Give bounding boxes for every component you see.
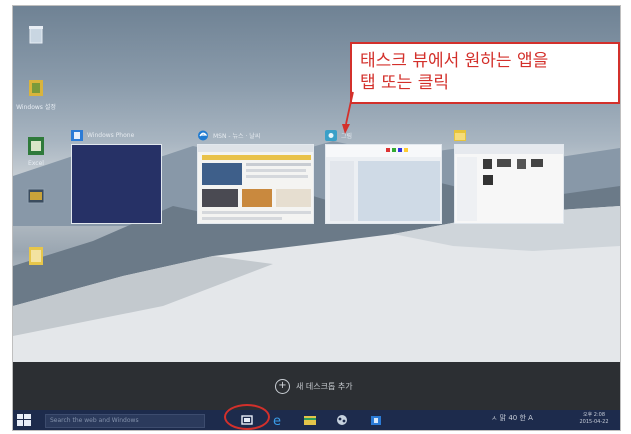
plus-icon: + (275, 379, 290, 394)
edge-browser-icon[interactable]: e (271, 413, 285, 427)
paint-app-icon (325, 129, 337, 141)
desktop-icon-label: Excel (28, 160, 44, 167)
recycle-bin-icon (29, 26, 43, 44)
task-view-window-file-explorer[interactable] (454, 129, 564, 224)
task-view-window-windows-phone[interactable]: Windows Phone (71, 129, 162, 224)
clock[interactable]: 오후 2:08 2015-04-22 (570, 412, 618, 426)
desktop-screen: Windows 설정 Excel Windows Phone MSN - 뉴스 … (12, 5, 621, 431)
paint-app-icon[interactable] (335, 413, 349, 427)
window-title-bar: 그림 (325, 128, 442, 142)
clock-time: 오후 2:08 (582, 412, 606, 418)
add-desktop-label: 새 데스크톱 추가 (296, 382, 353, 391)
file-explorer-icon (454, 129, 466, 141)
task-view-window-msn[interactable]: MSN - 뉴스 · 날씨 (197, 130, 314, 224)
window-title-bar: Windows Phone (71, 128, 162, 142)
window-preview (197, 144, 314, 224)
msn-page-preview (198, 145, 313, 220)
file-explorer-preview (455, 145, 563, 221)
system-tray[interactable]: ㅅ 맑 40 한 A (491, 413, 533, 423)
instruction-callout: 태스크 뷰에서 원하는 앱을 탭 또는 클릭 (350, 42, 620, 104)
add-desktop-button[interactable]: + 새 데스크톱 추가 (275, 379, 353, 394)
file-explorer-icon[interactable] (303, 413, 317, 427)
add-desktop-bar: + 새 데스크톱 추가 (13, 362, 620, 410)
edge-browser-icon (198, 130, 208, 140)
folder-icon (27, 188, 45, 204)
windows-phone-app-icon (71, 129, 83, 141)
paint-window-preview (326, 145, 441, 221)
store-app-icon[interactable] (369, 413, 383, 427)
window-preview (454, 144, 564, 224)
window-title-bar (454, 128, 564, 142)
task-view-highlight-circle (224, 404, 270, 430)
notes-app-icon (29, 247, 43, 265)
search-placeholder: Search the web and Windows (50, 417, 139, 424)
window-title: 그림 (341, 132, 353, 140)
window-title: MSN - 뉴스 · 날씨 (213, 132, 261, 140)
window-title: Windows Phone (87, 131, 135, 139)
clock-date: 2015-04-22 (579, 419, 609, 425)
window-title-bar: MSN - 뉴스 · 날씨 (197, 128, 314, 142)
callout-line-2: 탭 또는 클릭 (360, 73, 450, 93)
taskbar: Search the web and Windows e ㅅ 맑 40 한 A … (13, 410, 620, 430)
window-preview (71, 144, 162, 224)
window-preview (325, 144, 442, 224)
excel-app-icon (28, 137, 44, 155)
settings-app-icon (29, 80, 43, 96)
search-input[interactable]: Search the web and Windows (45, 414, 205, 428)
desktop-icon-label: Windows 설정 (16, 104, 56, 111)
task-view-window-paint[interactable]: 그림 (325, 129, 442, 224)
windows-start-icon[interactable] (17, 414, 31, 426)
svg-text:e: e (273, 414, 281, 427)
callout-line-1: 태스크 뷰에서 원하는 앱을 (360, 51, 549, 71)
